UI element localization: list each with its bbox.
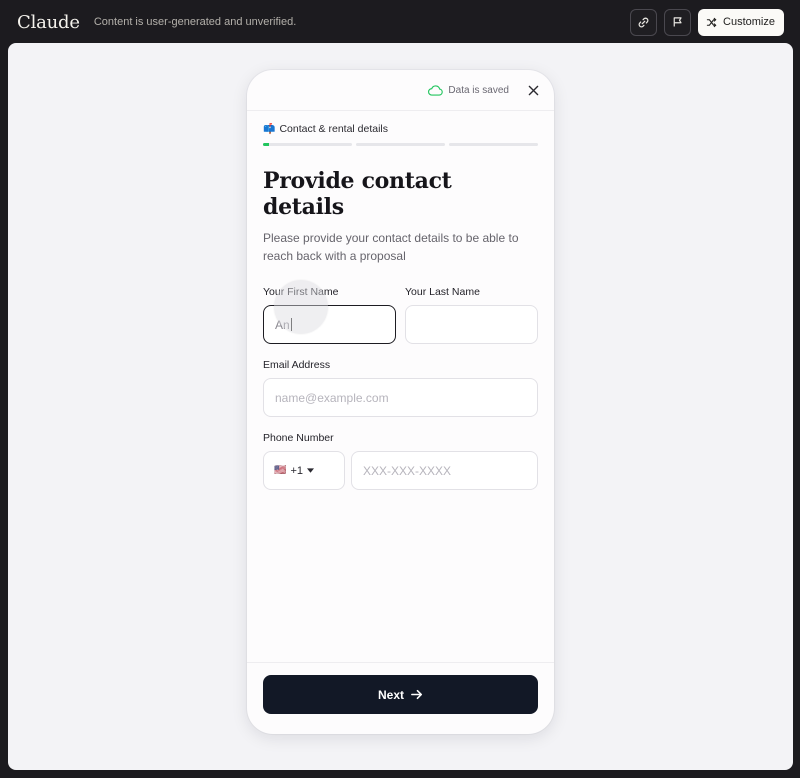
progress-fill (263, 143, 270, 146)
last-name-label: Your Last Name (405, 286, 480, 298)
flag-icon (673, 17, 682, 27)
customize-label: Customize (723, 16, 775, 28)
form-footer: Next (247, 662, 554, 734)
save-status-text: Data is saved (448, 84, 509, 96)
page-subtitle: Please provide your contact details to b… (263, 231, 519, 263)
form-card: Data is saved 📫 Contact & rental details… (247, 70, 554, 734)
close-button[interactable] (526, 83, 540, 97)
top-actions: Customize (630, 8, 784, 36)
email-label: Email Address (263, 359, 331, 371)
link-icon (638, 17, 649, 27)
progress-segment (449, 143, 538, 146)
content-notice: Content is user-generated and unverified… (93, 16, 297, 28)
us-flag-icon: 🇺🇸 (274, 465, 287, 476)
country-code: +1 (290, 464, 303, 477)
phone-placeholder: XXX-XXX-XXXX (363, 463, 452, 478)
last-name-input[interactable] (405, 305, 538, 344)
copy-link-button[interactable] (630, 8, 658, 36)
brand-logo: Claude (17, 11, 80, 33)
step-label: 📫 Contact & rental details (263, 123, 538, 135)
cloud-check-icon (428, 84, 444, 96)
shuffle-icon (706, 17, 717, 27)
form-header: Data is saved (247, 70, 554, 111)
page-title: Provide contact details (263, 168, 452, 220)
report-button[interactable] (664, 8, 692, 36)
next-button[interactable]: Next (263, 675, 538, 714)
save-status: Data is saved (428, 85, 509, 96)
phone-input[interactable]: XXX-XXX-XXXX (351, 451, 538, 490)
country-code-select[interactable]: 🇺🇸 +1 (263, 451, 345, 490)
email-input[interactable]: name@example.com (263, 378, 538, 417)
arrow-right-icon (411, 689, 423, 700)
click-indicator (274, 280, 328, 334)
step-progress (263, 143, 538, 146)
progress-segment (356, 143, 445, 146)
close-icon (528, 85, 538, 95)
next-label: Next (377, 687, 404, 702)
progress-segment (263, 143, 352, 146)
customize-button[interactable]: Customize (698, 8, 784, 36)
caret-down-icon (307, 468, 314, 473)
mailbox-icon: 📫 (263, 123, 276, 135)
email-placeholder: name@example.com (275, 390, 389, 405)
top-bar: Claude Content is user-generated and unv… (0, 0, 800, 44)
phone-label: Phone Number (263, 432, 334, 444)
step-label-text: Contact & rental details (279, 123, 389, 135)
